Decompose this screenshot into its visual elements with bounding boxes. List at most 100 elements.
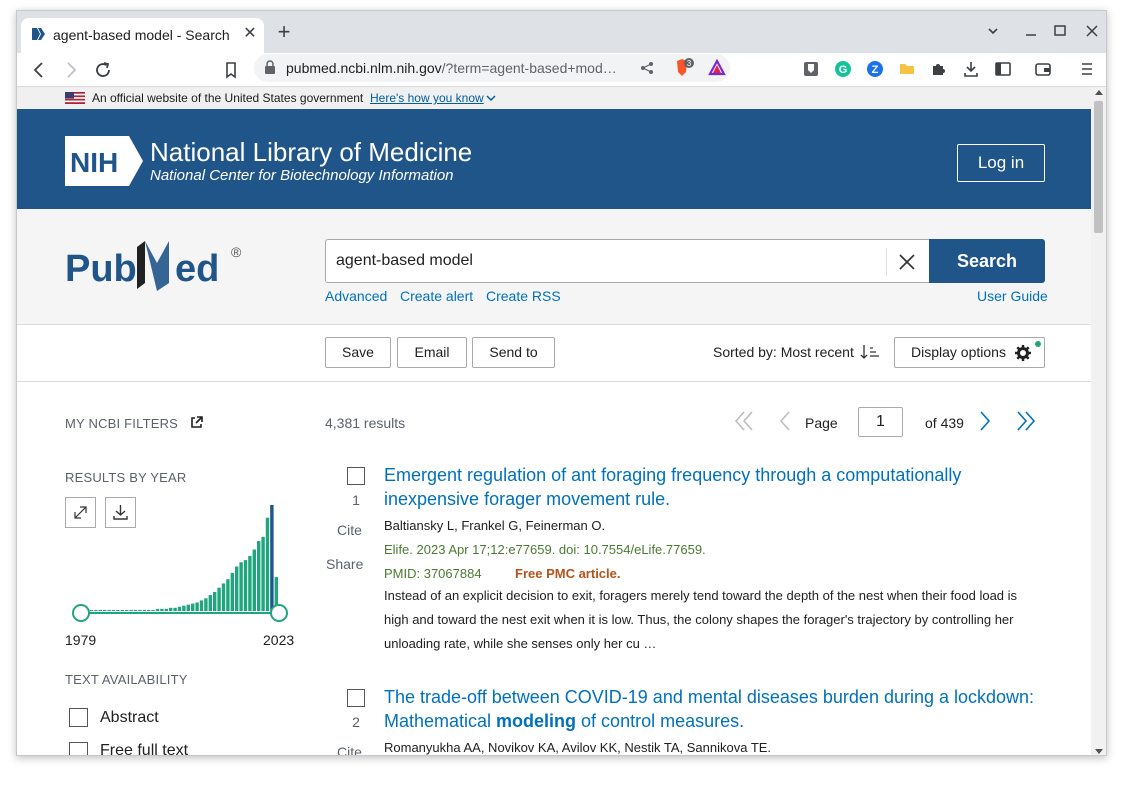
save-button[interactable]: Save [325, 337, 391, 368]
pubmed-logo[interactable]: Pub ed ® [65, 233, 255, 297]
year-bar[interactable] [208, 595, 212, 611]
share-icon[interactable] [640, 61, 654, 75]
year-bar[interactable] [160, 608, 164, 611]
search-button[interactable]: Search [929, 239, 1045, 283]
year-bar[interactable] [138, 609, 142, 611]
display-options-button[interactable]: Display options [894, 337, 1045, 368]
year-bar[interactable] [94, 609, 98, 611]
year-bar[interactable] [213, 591, 217, 611]
year-bar[interactable] [217, 587, 221, 611]
scroll-up-icon[interactable] [1095, 90, 1103, 95]
reload-icon[interactable] [91, 58, 115, 82]
year-bar[interactable] [111, 609, 116, 611]
wallet-icon[interactable] [1033, 59, 1053, 79]
year-bar[interactable] [125, 609, 129, 611]
maximize-icon[interactable] [1050, 21, 1070, 41]
download-icon[interactable] [961, 59, 981, 79]
year-bar[interactable] [173, 607, 177, 611]
year-bar[interactable] [235, 566, 239, 611]
year-bar[interactable] [199, 600, 204, 611]
year-bar[interactable] [142, 609, 146, 611]
menu-icon[interactable] [1077, 59, 1097, 79]
year-bar[interactable] [103, 609, 107, 611]
free-full-text-filter-label[interactable]: Free full text [100, 742, 188, 755]
bitwarden-icon[interactable] [801, 59, 821, 79]
previous-page-icon[interactable] [777, 409, 793, 433]
year-bar[interactable] [107, 609, 111, 611]
nlm-title[interactable]: National Library of Medicine [150, 137, 472, 168]
brave-rewards-icon[interactable] [708, 59, 726, 77]
year-bar[interactable] [120, 609, 124, 611]
create-alert-link[interactable]: Create alert [400, 288, 473, 304]
brave-shields-icon[interactable]: 3 [674, 58, 696, 78]
sort-control[interactable]: Sorted by: Most recent [713, 344, 882, 360]
advanced-link[interactable]: Advanced [325, 288, 387, 304]
send-to-button[interactable]: Send to [472, 337, 555, 368]
year-bar[interactable] [169, 607, 173, 611]
nih-logo[interactable]: NIH [65, 136, 143, 186]
free-full-text-checkbox[interactable] [69, 742, 88, 755]
year-bar[interactable] [252, 549, 256, 611]
year-end-handle[interactable] [270, 604, 288, 622]
year-bar[interactable] [239, 562, 243, 611]
year-bar[interactable] [147, 609, 151, 611]
bookmark-icon[interactable] [219, 58, 243, 82]
year-bar[interactable] [204, 598, 208, 611]
year-bar[interactable] [177, 606, 182, 611]
share-button[interactable]: Share [326, 556, 363, 572]
page-scrollbar[interactable] [1091, 87, 1106, 755]
folder-icon[interactable] [897, 59, 917, 79]
scroll-down-icon[interactable] [1095, 749, 1103, 754]
year-bar[interactable] [221, 583, 226, 611]
year-bar[interactable] [155, 608, 160, 611]
cite-button[interactable]: Cite [337, 744, 362, 755]
abstract-checkbox[interactable] [69, 708, 88, 727]
result-title-link[interactable]: Emergent regulation of ant foraging freq… [384, 463, 1044, 511]
year-bar[interactable] [164, 608, 168, 611]
year-bar[interactable] [230, 572, 234, 611]
sidebar-icon[interactable] [993, 59, 1013, 79]
next-page-icon[interactable] [977, 409, 993, 433]
year-bar[interactable] [133, 609, 138, 611]
cite-button[interactable]: Cite [337, 522, 362, 538]
new-tab-button[interactable]: + [273, 21, 295, 44]
year-bar[interactable] [151, 609, 155, 611]
back-icon[interactable] [27, 58, 51, 82]
tab-search-icon[interactable] [983, 21, 1003, 41]
result-title-link[interactable]: The trade-off between COVID-19 and menta… [384, 685, 1044, 733]
first-page-icon[interactable] [733, 409, 755, 433]
year-bar[interactable] [98, 609, 102, 611]
year-bar[interactable] [243, 560, 248, 611]
grammarly-icon[interactable]: G [833, 59, 853, 79]
search-input[interactable] [336, 250, 876, 272]
email-button[interactable]: Email [397, 337, 467, 368]
clear-search-button[interactable] [886, 248, 926, 276]
year-bar[interactable] [191, 603, 195, 611]
create-rss-link[interactable]: Create RSS [486, 288, 561, 304]
result-checkbox[interactable] [347, 467, 365, 485]
close-window-icon[interactable] [1082, 21, 1102, 41]
login-button[interactable]: Log in [957, 144, 1045, 182]
year-bar[interactable] [195, 602, 199, 611]
scrollbar-thumb[interactable] [1094, 101, 1103, 233]
my-ncbi-filters-label[interactable]: MY NCBI FILTERS [65, 416, 203, 431]
year-bar[interactable] [186, 604, 190, 611]
year-bar[interactable] [270, 505, 274, 611]
close-tab-icon[interactable]: ✕ [241, 25, 259, 43]
minimize-icon[interactable] [1021, 21, 1041, 41]
year-bar[interactable] [89, 609, 94, 611]
result-checkbox[interactable] [347, 689, 365, 707]
heres-how-link[interactable]: Here's how you know [370, 91, 496, 105]
address-bar[interactable]: pubmed.ncbi.nlm.nih.gov/?term=agent-base… [254, 54, 730, 82]
browser-tab[interactable]: agent-based model - Search Results - Pub… [21, 18, 264, 53]
last-page-icon[interactable] [1015, 409, 1037, 433]
year-bar[interactable] [257, 541, 261, 611]
zotero-icon[interactable]: Z [865, 59, 885, 79]
user-guide-link[interactable]: User Guide [977, 288, 1048, 304]
year-bar[interactable] [116, 609, 120, 611]
results-by-year-chart[interactable] [65, 505, 295, 625]
abstract-filter-label[interactable]: Abstract [100, 709, 159, 727]
forward-icon[interactable] [59, 58, 83, 82]
year-start-handle[interactable] [72, 604, 90, 622]
year-bar[interactable] [226, 579, 230, 611]
